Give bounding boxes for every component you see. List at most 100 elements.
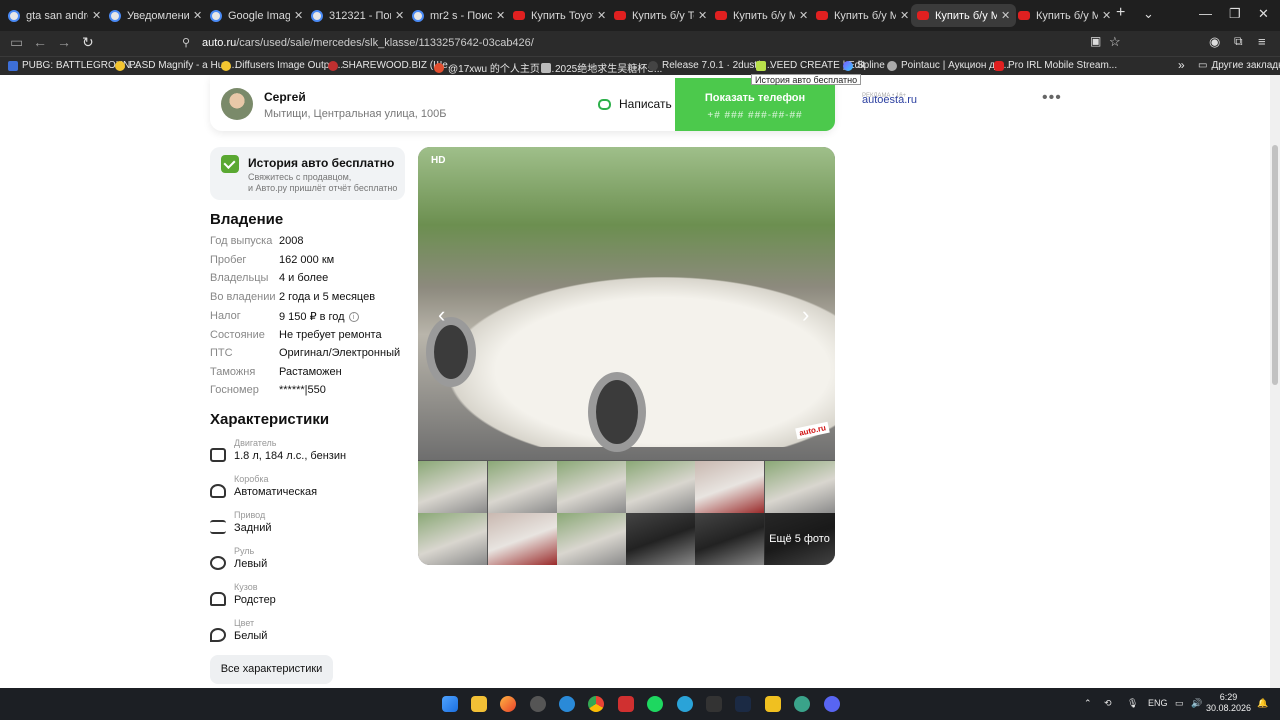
history-banner[interactable]: История авто бесплатно Свяжитесь с прода…: [210, 147, 405, 200]
scrollbar[interactable]: [1270, 75, 1280, 688]
tab-search-312321[interactable]: 312321 - Поиск ✕: [305, 4, 410, 27]
tray-overflow-icon[interactable]: ⌃: [1084, 698, 1092, 709]
info-icon[interactable]: i: [348, 312, 359, 323]
photo-thumbnail[interactable]: [418, 461, 487, 513]
menu-icon[interactable]: ≡: [1258, 34, 1266, 49]
photo-thumbnail[interactable]: [626, 513, 695, 565]
photo-thumbnail[interactable]: [626, 461, 695, 513]
reader-mode-icon[interactable]: ▣: [1090, 34, 1101, 48]
discord-icon[interactable]: [824, 696, 840, 712]
volume-icon[interactable]: 🔊: [1191, 698, 1202, 709]
app-icon[interactable]: [706, 696, 722, 712]
tab-bar: gta san andreas ✕ Уведомление о ✕ Google I…: [0, 0, 1280, 31]
app-icon[interactable]: [618, 696, 634, 712]
close-icon[interactable]: ✕: [698, 9, 707, 22]
site-info-icon[interactable]: ⚲: [182, 34, 190, 53]
maximize-icon[interactable]: ❐: [1229, 6, 1241, 22]
tab-list-icon[interactable]: ⌄: [1143, 6, 1154, 22]
tab-toyota-1[interactable]: Купить Toyota M ✕: [507, 4, 612, 27]
app-icon[interactable]: [794, 696, 810, 712]
profile-icon[interactable]: ◉: [1209, 34, 1220, 50]
next-photo-icon[interactable]: ›: [802, 302, 809, 328]
bookmark-item[interactable]: Pro IRL Mobile Stream...: [994, 60, 1117, 71]
more-options-icon[interactable]: •••: [1042, 89, 1062, 107]
extensions-icon[interactable]: ⧉: [1234, 34, 1243, 49]
show-phone-button[interactable]: Показать телефон +# ### ###-##-##: [675, 78, 835, 131]
all-specs-button[interactable]: Все характеристики: [210, 655, 333, 684]
tray-app-icon[interactable]: ⟲: [1104, 698, 1112, 709]
photo-thumbnail[interactable]: [695, 461, 764, 513]
close-icon[interactable]: ✕: [900, 9, 909, 22]
bookmark-item[interactable]: 2025绝地求生吴糖杯S...: [541, 60, 662, 75]
tab-toyota-2[interactable]: Купить б/у Toyot ✕: [608, 4, 713, 27]
close-icon[interactable]: ✕: [395, 9, 404, 22]
bookmark-label: Pointauc | Аукцион дл...: [901, 60, 1010, 71]
language-indicator[interactable]: ENG: [1148, 698, 1168, 708]
tab-mercedes-1[interactable]: Купить б/у Merc ✕: [709, 4, 814, 27]
bookmark-item[interactable]: Spline: [843, 60, 885, 71]
photo-thumbnail[interactable]: [557, 513, 626, 565]
prev-photo-icon[interactable]: ‹: [438, 302, 445, 328]
steam-icon[interactable]: [735, 696, 751, 712]
chrome-icon[interactable]: [588, 696, 604, 712]
photo-thumbnail[interactable]: [488, 461, 557, 513]
main-photo[interactable]: auto.ru HD ‹ ›: [418, 147, 835, 460]
app-icon[interactable]: [559, 696, 575, 712]
avatar[interactable]: [221, 88, 253, 120]
tab-mr2-search[interactable]: mr2 s - Поиск в ✕: [406, 4, 511, 27]
spec-row: Налог 9 150 ₽ в год i: [210, 310, 359, 323]
close-window-icon[interactable]: ✕: [1258, 6, 1269, 22]
ad-link[interactable]: РЕКЛАМА • 16+ autoesta.ru: [862, 93, 917, 106]
microphone-icon[interactable]: 🎙: [1127, 698, 1138, 709]
windows-start-icon[interactable]: [442, 696, 458, 712]
close-icon[interactable]: ✕: [597, 9, 606, 22]
clock[interactable]: 6:29 30.08.2026: [1206, 692, 1251, 714]
forward-icon[interactable]: →: [57, 34, 71, 50]
bookmark-folder-other[interactable]: ▭Другие закладки: [1198, 60, 1280, 71]
close-icon[interactable]: ✕: [496, 9, 505, 22]
photo-thumbnail[interactable]: [765, 461, 835, 513]
new-tab-icon[interactable]: +: [1116, 4, 1125, 22]
sidebar-toggle-icon[interactable]: ▭: [10, 34, 23, 51]
tab-gta[interactable]: gta san andreas ✕: [2, 4, 107, 27]
notifications-icon[interactable]: 🔔: [1257, 698, 1268, 709]
more-bookmarks-icon[interactable]: »: [1178, 58, 1185, 72]
telegram-icon[interactable]: [677, 696, 693, 712]
close-icon[interactable]: ✕: [1001, 9, 1010, 22]
photo-thumbnail[interactable]: [418, 513, 487, 565]
photo-thumbnail[interactable]: [488, 513, 557, 565]
tab-mercedes-active[interactable]: Купить б/у Merc ✕: [911, 4, 1017, 27]
bookmark-item[interactable]: Pointauc | Аукцион дл...: [887, 60, 1009, 71]
back-icon[interactable]: ←: [33, 34, 47, 50]
more-photos-button[interactable]: Ещё 5 фото: [764, 513, 835, 565]
bookmark-item[interactable]: Diffusers Image Outpa...: [221, 60, 343, 71]
bookmark-icon: [843, 60, 853, 71]
spotify-icon[interactable]: [647, 696, 663, 712]
bookmark-icon: [8, 60, 18, 71]
minimize-icon[interactable]: —: [1199, 6, 1212, 21]
scrollbar-thumb[interactable]: [1272, 145, 1278, 385]
photo-thumbnail[interactable]: [557, 461, 626, 513]
network-icon[interactable]: ▭: [1175, 698, 1184, 709]
close-icon[interactable]: ✕: [92, 9, 101, 22]
photo-thumbnail[interactable]: [695, 513, 764, 565]
file-explorer-icon[interactable]: [471, 696, 487, 712]
close-icon[interactable]: ✕: [193, 9, 202, 22]
app-icon[interactable]: [765, 696, 781, 712]
tab-mercedes-2[interactable]: Купить б/у Merc ✕: [810, 4, 915, 27]
write-button[interactable]: Написать: [598, 97, 672, 111]
firefox-icon[interactable]: [500, 696, 516, 712]
app-icon[interactable]: [530, 696, 546, 712]
tab-mercedes-3[interactable]: Купить б/у Merc ✕: [1012, 4, 1117, 27]
close-icon[interactable]: ✕: [294, 9, 303, 22]
bookmark-item[interactable]: @17xwu 的个人主页 -...: [434, 60, 554, 75]
bookmark-star-icon[interactable]: ☆: [1109, 34, 1121, 50]
close-icon[interactable]: ✕: [1102, 9, 1111, 22]
bookmark-item[interactable]: PASD Magnify - a Hug...: [115, 60, 237, 71]
url-field[interactable]: ⚲ auto.ru/cars/used/sale/mercedes/slk_kl…: [172, 34, 1130, 53]
tab-google-image[interactable]: Google Image Re ✕: [204, 4, 309, 27]
bookmark-item[interactable]: Release 7.0.1 · 2dust/v...: [648, 60, 772, 71]
close-icon[interactable]: ✕: [799, 9, 808, 22]
reload-icon[interactable]: ↻: [82, 34, 94, 51]
tab-notification[interactable]: Уведомление о ✕: [103, 4, 208, 27]
